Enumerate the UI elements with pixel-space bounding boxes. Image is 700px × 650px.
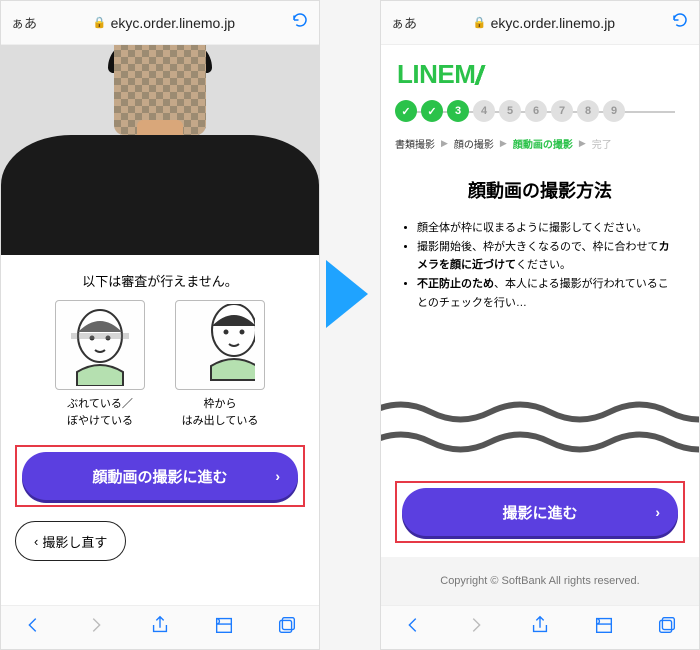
ng-example-blurry: ぶれている／ ぼやけている <box>55 300 145 429</box>
text-size-control[interactable]: ぁあ <box>391 13 417 32</box>
instruction-3: 不正防止のため、本人による撮影が行われていることのチェックを行い… <box>417 275 677 312</box>
chevron-right-icon: ▶ <box>441 138 448 149</box>
url-bar[interactable]: 🔒 ekyc.order.linemo.jp <box>45 15 283 31</box>
ng-example-outofframe-label: 枠から はみ出している <box>175 396 265 429</box>
transition-arrow-icon <box>326 260 368 328</box>
review-warning-text: 以下は審査が行えません。 <box>1 271 319 290</box>
chevron-left-icon: ‹ <box>34 534 38 549</box>
back-icon[interactable] <box>402 614 424 641</box>
step-3: 3 <box>447 100 469 122</box>
safari-top-bar: ぁあ 🔒 ekyc.order.linemo.jp <box>381 1 699 45</box>
crumb-video-active: 顔動画の撮影 <box>513 136 573 151</box>
cta-highlight-box: 撮影に進む › <box>395 481 685 543</box>
proceed-to-video-label: 顔動画の撮影に進む <box>92 466 227 487</box>
retake-button[interactable]: ‹ 撮影し直す <box>15 521 126 561</box>
url-text: ekyc.order.linemo.jp <box>111 15 236 31</box>
linemo-logo: LINEM <box>381 45 699 100</box>
text-size-control[interactable]: ぁあ <box>11 13 37 32</box>
instruction-list: 顔全体が枠に収まるように撮影してください。 撮影開始後、枠が大きくなるので、枠に… <box>381 219 699 312</box>
chevron-right-icon: › <box>655 504 660 520</box>
ng-example-outofframe: 枠から はみ出している <box>175 300 265 429</box>
crumb-done: 完了 <box>592 136 612 151</box>
bookmarks-icon[interactable] <box>593 614 615 641</box>
left-content: 以下は審査が行えません。 ぶれている／ ぼやけている <box>1 45 319 605</box>
forward-icon <box>465 614 487 641</box>
copyright-text: Copyright © SoftBank All rights reserved… <box>381 557 699 605</box>
step-5: 5 <box>499 100 521 122</box>
cta-highlight-box: 顔動画の撮影に進む › <box>15 445 305 507</box>
truncation-wave-icon <box>381 427 699 457</box>
phone-right-screen: ぁあ 🔒 ekyc.order.linemo.jp LINEM ✓ ✓ 3 4 … <box>380 0 700 650</box>
ng-example-blurry-label: ぶれている／ ぼやけている <box>55 396 145 429</box>
instruction-1: 顔全体が枠に収まるように撮影してください。 <box>417 219 677 238</box>
forward-icon <box>85 614 107 641</box>
lock-icon: 🔒 <box>93 16 107 29</box>
safari-bottom-bar <box>1 605 319 649</box>
crumb-documents: 書類撮影 <box>395 136 435 151</box>
truncation-wave-icon <box>381 397 699 427</box>
step-9: 9 <box>603 100 625 122</box>
chevron-right-icon: ▶ <box>579 138 586 149</box>
safari-top-bar: ぁあ 🔒 ekyc.order.linemo.jp <box>1 1 319 45</box>
proceed-to-capture-label: 撮影に進む <box>502 502 577 523</box>
captured-face-photo <box>1 45 319 255</box>
chevron-right-icon: › <box>275 468 280 484</box>
url-text: ekyc.order.linemo.jp <box>491 15 616 31</box>
breadcrumb: 書類撮影 ▶ 顔の撮影 ▶ 顔動画の撮影 ▶ 完了 <box>381 136 699 167</box>
blurry-face-icon <box>65 304 135 386</box>
tabs-icon[interactable] <box>276 614 298 641</box>
instruction-2: 撮影開始後、枠が大きくなるので、枠に合わせてカメラを顔に近づけてください。 <box>417 238 677 275</box>
right-content: LINEM ✓ ✓ 3 4 5 6 7 8 9 書類撮影 ▶ 顔の撮影 ▶ 顔動… <box>381 45 699 605</box>
step-8: 8 <box>577 100 599 122</box>
step-1: ✓ <box>395 100 417 122</box>
outofframe-face-icon <box>185 304 255 386</box>
step-4: 4 <box>473 100 495 122</box>
lock-icon: 🔒 <box>473 16 487 29</box>
step-2: ✓ <box>421 100 443 122</box>
share-icon[interactable] <box>529 614 551 641</box>
retake-label: 撮影し直す <box>42 532 107 551</box>
back-icon[interactable] <box>22 614 44 641</box>
bookmarks-icon[interactable] <box>213 614 235 641</box>
crumb-face: 顔の撮影 <box>454 136 494 151</box>
safari-bottom-bar <box>381 605 699 649</box>
step-7: 7 <box>551 100 573 122</box>
proceed-to-capture-button[interactable]: 撮影に進む › <box>402 488 678 536</box>
chevron-right-icon: ▶ <box>500 138 507 149</box>
share-icon[interactable] <box>149 614 171 641</box>
howto-title: 顔動画の撮影方法 <box>381 177 699 203</box>
url-bar[interactable]: 🔒 ekyc.order.linemo.jp <box>425 15 663 31</box>
step-6: 6 <box>525 100 547 122</box>
phone-left-screen: ぁあ 🔒 ekyc.order.linemo.jp 以下は審査が行えません。 <box>0 0 320 650</box>
reload-icon[interactable] <box>671 11 689 34</box>
ng-examples: ぶれている／ ぼやけている 枠から はみ出している <box>1 300 319 429</box>
reload-icon[interactable] <box>291 11 309 34</box>
tabs-icon[interactable] <box>656 614 678 641</box>
progress-steps: ✓ ✓ 3 4 5 6 7 8 9 <box>381 100 699 136</box>
proceed-to-video-button[interactable]: 顔動画の撮影に進む › <box>22 452 298 500</box>
